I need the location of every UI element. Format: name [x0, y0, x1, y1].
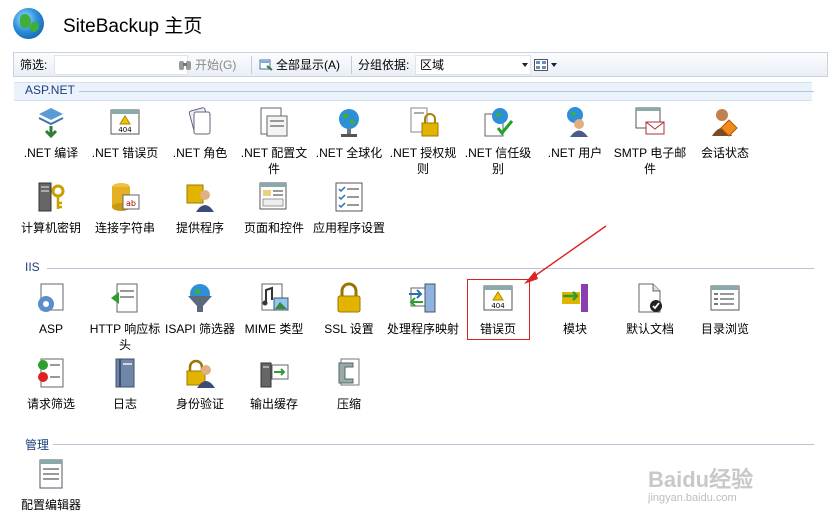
- annotation-arrow: [524, 225, 607, 284]
- watermark-text: Baidu经验: [648, 467, 754, 492]
- baidu-watermark: Baidu经验 jingyan.baidu.com: [648, 462, 753, 504]
- watermark-url: jingyan.baidu.com: [648, 492, 737, 504]
